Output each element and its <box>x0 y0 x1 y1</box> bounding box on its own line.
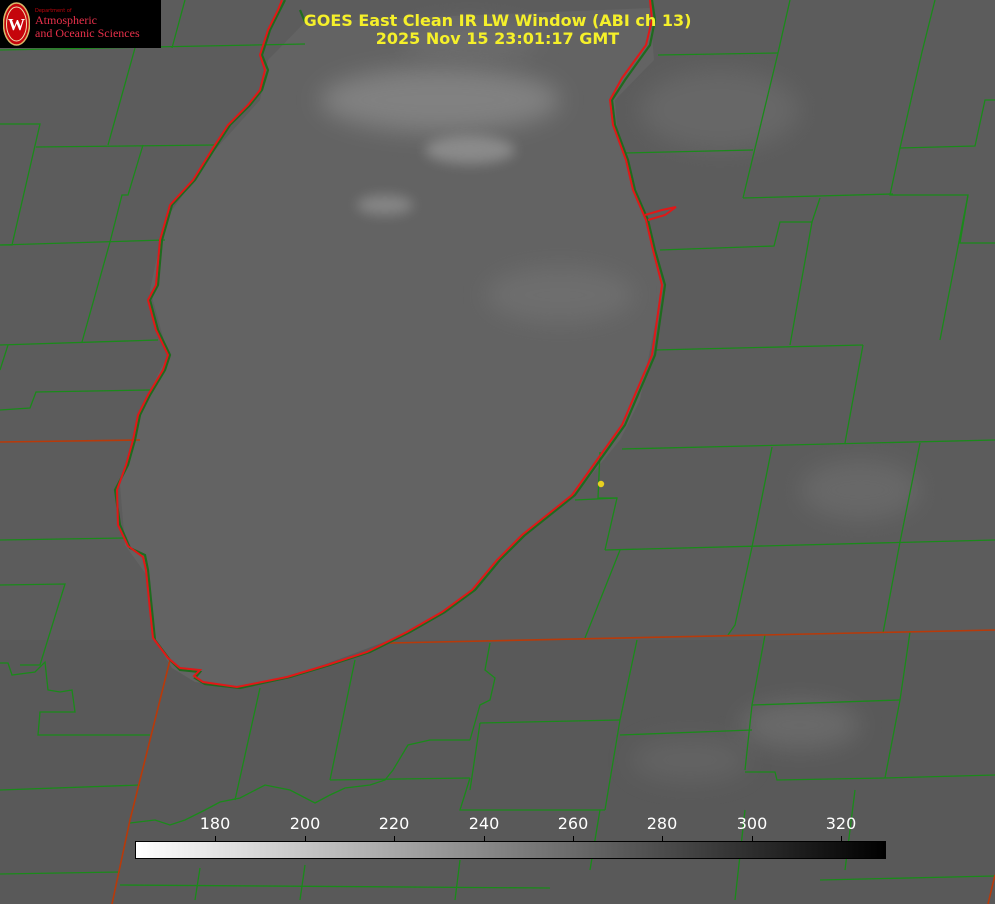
location-marker <box>597 480 605 488</box>
colorbar-tick-mark <box>215 836 216 841</box>
colorbar-tick-mark <box>752 836 753 841</box>
colorbar-tick-label: 180 <box>199 814 231 833</box>
colorbar-tick-label: 200 <box>289 814 321 833</box>
colorbar-tick-label: 220 <box>378 814 410 833</box>
colorbar-tick-label: 320 <box>825 814 857 833</box>
colorbar-tick-label: 240 <box>468 814 500 833</box>
satellite-image-map <box>0 0 995 904</box>
colorbar-tick-mark <box>662 836 663 841</box>
colorbar-tick-mark <box>305 836 306 841</box>
colorbar-tick-label: 300 <box>736 814 768 833</box>
timestamp-title: 2025 Nov 15 23:01:17 GMT <box>375 29 620 48</box>
colorbar-tick-mark <box>841 836 842 841</box>
colorbar-tick-label: 260 <box>557 814 589 833</box>
temperature-colorbar <box>135 841 886 859</box>
colorbar-tick-label: 280 <box>646 814 678 833</box>
product-title: GOES East Clean IR LW Window (ABI ch 13) <box>303 11 692 30</box>
satellite-map-viewer: W Department of Atmospheric and Oceanic … <box>0 0 995 904</box>
colorbar-tick-mark <box>484 836 485 841</box>
colorbar-tick-mark <box>573 836 574 841</box>
colorbar-tick-mark <box>394 836 395 841</box>
